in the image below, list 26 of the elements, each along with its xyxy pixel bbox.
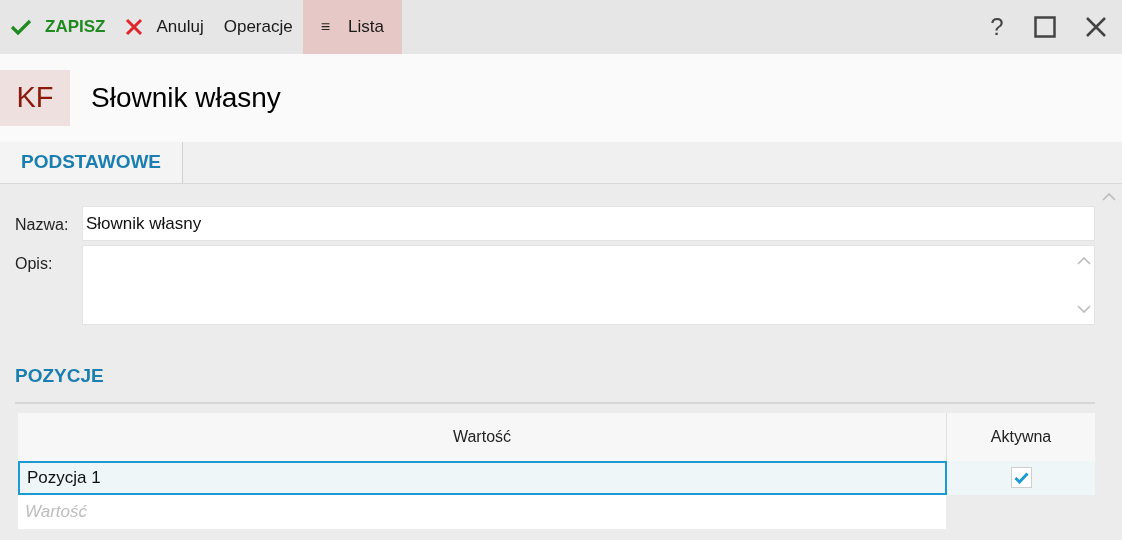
- maximize-icon[interactable]: [1034, 16, 1056, 38]
- section-title: POZYCJE: [15, 364, 104, 388]
- avatar-badge: KF: [0, 70, 70, 126]
- checkbox[interactable]: [1010, 467, 1032, 488]
- column-header: Wartość: [18, 412, 947, 461]
- field-label: Nazwa:: [15, 215, 70, 235]
- description-field[interactable]: [82, 245, 1095, 325]
- check-icon: [10, 18, 32, 36]
- close-icon: [125, 18, 144, 36]
- field-label: Opis:: [15, 254, 54, 274]
- scroll-up-icon[interactable]: [1101, 192, 1116, 201]
- help-button[interactable]: ?: [982, 9, 1012, 45]
- close-icon[interactable]: [1086, 17, 1106, 37]
- tab[interactable]: PODSTAWOWE: [0, 142, 184, 183]
- column-header: Aktywna: [947, 412, 1095, 461]
- toolbar-button[interactable]: ≡ Lista: [302, 0, 402, 54]
- scroll-down-icon[interactable]: [1077, 305, 1091, 314]
- menu-icon: ≡: [320, 15, 331, 39]
- scroll-up-icon[interactable]: [1077, 256, 1091, 265]
- toolbar-button[interactable]: Anuluj: [115, 0, 214, 54]
- check-icon: [1013, 471, 1029, 484]
- toolbar-button[interactable]: Operacje: [213, 0, 303, 54]
- toolbar-button[interactable]: ZAPISZ: [0, 0, 116, 54]
- page-title: Słownik własny: [91, 81, 281, 115]
- name-field[interactable]: Słownik własny: [82, 206, 1095, 241]
- table-cell[interactable]: Pozycja 1: [18, 460, 947, 495]
